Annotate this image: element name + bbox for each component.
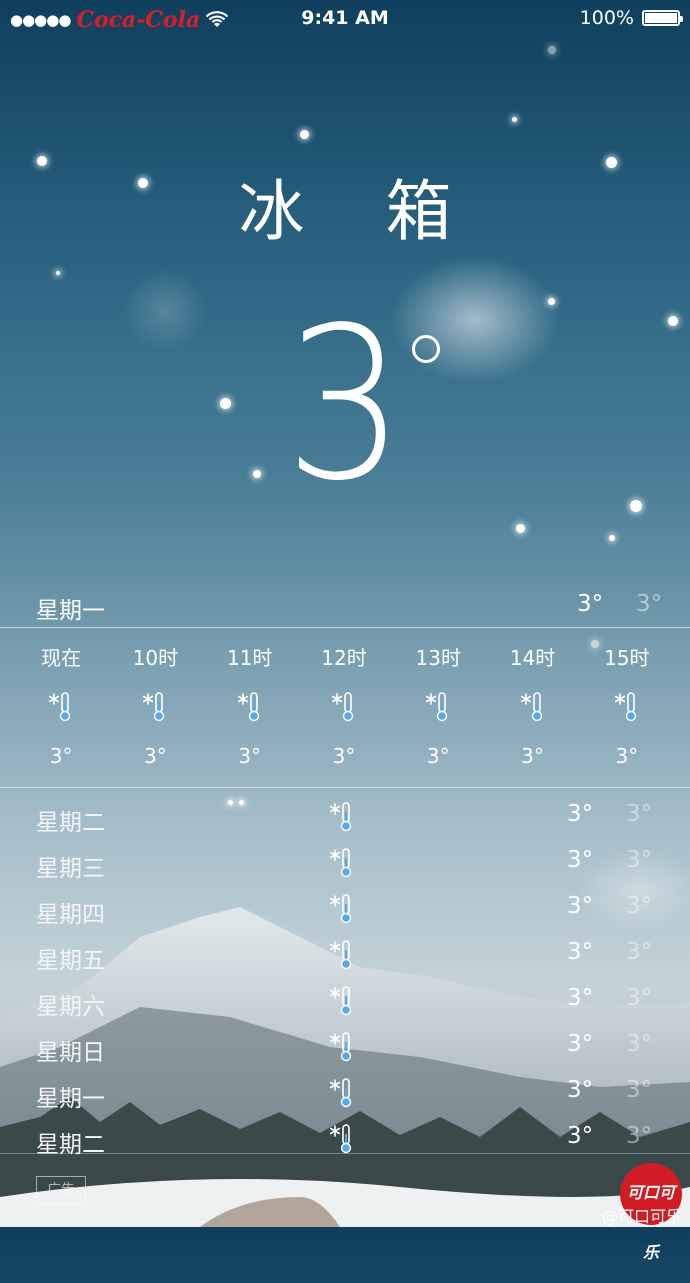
day-low: 3° (626, 939, 653, 965)
thermometer-snow-icon (328, 938, 356, 970)
daily-row: 星期一 3° 3° (0, 1071, 690, 1117)
day-high: 3° (567, 1031, 594, 1057)
snowflake (512, 117, 517, 122)
today-day: 星期一 (36, 598, 105, 624)
divider (0, 1153, 690, 1154)
day-name: 星期五 (36, 948, 105, 974)
ad-badge: 广告 (36, 1176, 86, 1204)
battery-icon (642, 10, 683, 26)
thermometer-snow-icon (141, 690, 169, 722)
day-low: 3° (626, 893, 653, 919)
daily-row: 星期六 3° 3° (0, 979, 690, 1025)
day-high: 3° (567, 1077, 594, 1103)
today-high: 3° (577, 591, 604, 617)
thermometer-snow-icon (328, 800, 356, 832)
thermometer-snow-icon (47, 690, 75, 722)
day-high: 3° (567, 847, 594, 873)
watermark: @可口可乐 (601, 1207, 682, 1226)
daily-row: 星期日 3° 3° (0, 1025, 690, 1071)
day-name: 星期六 (36, 994, 105, 1020)
hourly-item: 14时 3° (485, 628, 579, 786)
daily-row: 星期五 3° 3° (0, 933, 690, 979)
day-low: 3° (626, 1077, 653, 1103)
day-high: 3° (567, 1123, 594, 1149)
day-low: 3° (626, 1123, 653, 1149)
day-low: 3° (626, 985, 653, 1011)
day-high: 3° (567, 939, 594, 965)
degree-symbol (412, 335, 440, 363)
day-name: 星期一 (36, 1086, 105, 1112)
day-high: 3° (567, 985, 594, 1011)
daily-row: 星期二 3° 3° (0, 1117, 690, 1163)
daily-row: 星期二 3° 3° (0, 795, 690, 841)
hourly-item: 13时 3° (391, 628, 485, 786)
hourly-forecast[interactable]: 现在 3° 10时 3° 11时 3° 12时 3° 13时 3° 14时 3°… (14, 628, 674, 786)
current-temperature: 3 (0, 300, 690, 510)
hour-temperature: 3° (521, 744, 544, 768)
divider (0, 787, 690, 788)
thermometer-snow-icon (328, 846, 356, 878)
thermometer-snow-icon (519, 690, 547, 722)
thermometer-snow-icon (613, 690, 641, 722)
thermometer-snow-icon (236, 690, 264, 722)
thermometer-snow-icon (328, 1076, 356, 1108)
hourly-item: 现在 3° (14, 628, 108, 786)
hour-temperature: 3° (332, 744, 356, 768)
day-name: 星期四 (36, 902, 105, 928)
hour-label: 11时 (226, 646, 273, 670)
day-name: 星期三 (36, 856, 105, 882)
location-name: 冰 箱 (238, 173, 482, 250)
snowflake (516, 524, 525, 533)
snowflake (548, 46, 556, 54)
hour-label: 10时 (132, 646, 179, 670)
thermometer-snow-icon (328, 892, 356, 924)
today-low: 3° (636, 591, 663, 617)
hour-label: 现在 (41, 646, 82, 670)
thermometer-snow-icon (328, 1030, 356, 1062)
hour-temperature: 3° (426, 744, 450, 768)
daily-row: 星期四 3° 3° (0, 887, 690, 933)
today-summary: 星期一 3° 3° (0, 585, 690, 627)
thermometer-snow-icon (328, 1122, 356, 1154)
day-high: 3° (567, 893, 594, 919)
day-low: 3° (626, 1031, 653, 1057)
thermometer-snow-icon (328, 984, 356, 1016)
day-low: 3° (626, 847, 653, 873)
thermometer-snow-icon (330, 690, 358, 722)
day-name: 星期二 (36, 810, 105, 836)
current-temperature-value: 3 (284, 282, 406, 527)
hourly-item: 12时 3° (297, 628, 391, 786)
hourly-item: 11时 3° (203, 628, 297, 786)
hour-label: 15时 (604, 646, 650, 670)
snowflake (300, 130, 309, 139)
hour-label: 13时 (415, 646, 461, 670)
day-low: 3° (626, 801, 653, 827)
daily-forecast[interactable]: 星期二 3° 3° 星期三 3° 3° 星期四 3° 3° 星期五 3° 3° … (0, 795, 690, 1163)
hour-temperature: 3° (238, 744, 262, 768)
hourly-item: 15时 3° (580, 628, 674, 786)
hour-label: 14时 (509, 646, 556, 670)
battery-percent: 100% (579, 7, 634, 29)
snowflake (56, 271, 60, 275)
hour-label: 12时 (321, 646, 367, 670)
status-bar: ●●●●● Coca-Cola 9:41 AM 100% (0, 0, 690, 36)
hour-temperature: 3° (144, 744, 167, 768)
day-name: 星期日 (36, 1040, 105, 1066)
hourly-item: 10时 3° (108, 628, 202, 786)
snowflake (609, 535, 615, 541)
thermometer-snow-icon (424, 690, 452, 722)
hour-temperature: 3° (49, 744, 73, 768)
daily-row: 星期三 3° 3° (0, 841, 690, 887)
hour-temperature: 3° (615, 744, 639, 768)
day-high: 3° (567, 801, 594, 827)
